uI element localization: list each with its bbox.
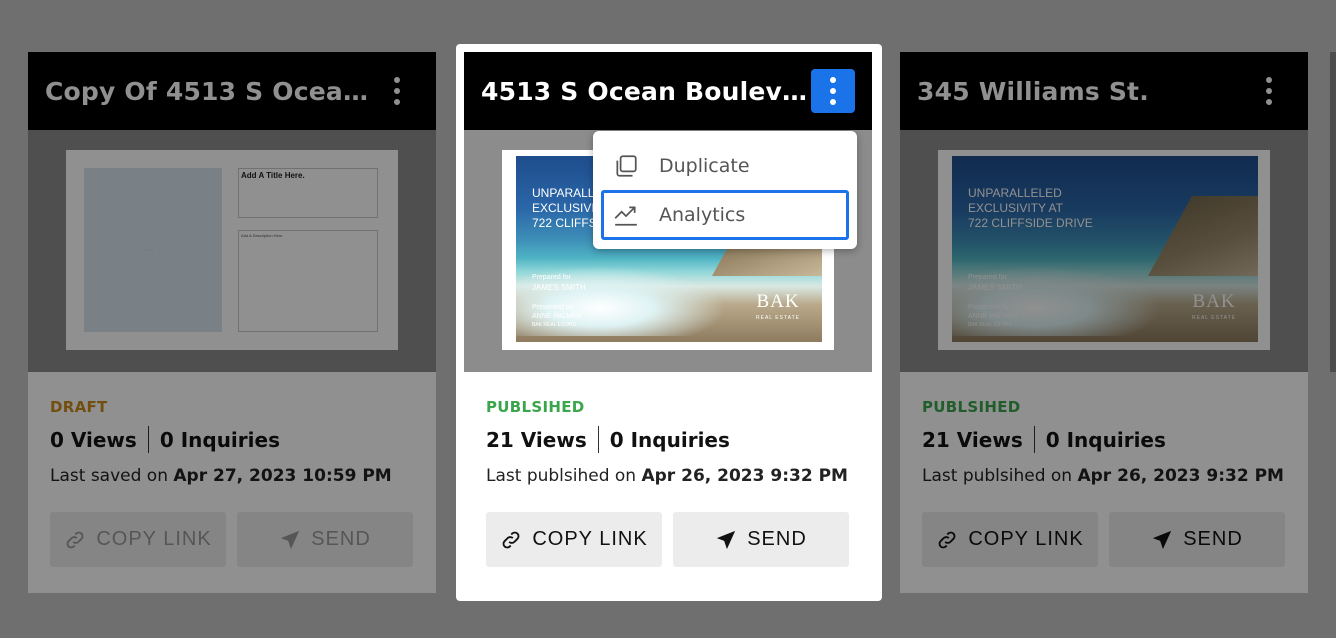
divider [1033, 426, 1035, 453]
divider [147, 426, 149, 453]
timestamp-line: Last publsihed on Apr 26, 2023 9:32 PM [922, 466, 1286, 486]
send-label: SEND [1183, 528, 1243, 550]
status-badge: DRAFT [50, 398, 108, 416]
views-count: 21 Views [922, 427, 1023, 452]
stats-row: 21 Views 0 Inquiries [922, 426, 1286, 453]
duplicate-icon [616, 155, 637, 177]
client-name: JAMES SMITH [968, 283, 1022, 292]
agent-company: BAK REAL ESTATE [968, 322, 1013, 328]
views-count: 21 Views [486, 427, 587, 452]
analytics-icon [614, 206, 637, 226]
title-placeholder-text: Add A Title Here. [241, 171, 305, 180]
menu-item-analytics[interactable]: Analytics [601, 190, 849, 240]
menu-item-label: Analytics [659, 204, 746, 226]
more-options-button[interactable] [811, 69, 855, 113]
send-icon [281, 530, 300, 549]
send-label: SEND [747, 528, 807, 550]
link-icon [938, 531, 956, 548]
more-options-button[interactable] [1247, 69, 1291, 113]
timestamp-prefix: Last publsihed on [922, 466, 1073, 486]
prepared-for-label: Prepared for [968, 274, 1007, 281]
card-header: Copy Of 4513 S Ocean B... [28, 52, 436, 130]
card-preview[interactable]: · · · · · Add A Title Here. Add A Descri… [28, 130, 436, 372]
inquiries-count: 0 Inquiries [159, 427, 280, 452]
client-name: JAMES SMITH [532, 283, 586, 292]
timestamp-prefix: Last publsihed on [486, 466, 637, 486]
inquiries-count: 0 Inquiries [1045, 427, 1166, 452]
copy-link-label: COPY LINK [96, 528, 212, 550]
next-card-edge [1330, 52, 1336, 372]
proposal-card-3[interactable]: 345 Williams St. UNPARALLELED EXCLUSIVIT… [900, 52, 1308, 593]
send-button[interactable]: SEND [237, 512, 413, 567]
card-title: Copy Of 4513 S Ocean B... [45, 76, 375, 106]
link-icon [502, 531, 520, 548]
copy-link-label: COPY LINK [968, 528, 1084, 550]
options-menu: Duplicate Analytics [593, 131, 857, 249]
cover-photo: UNPARALLELED EXCLUSIVITY AT 722 CLIFFSID… [952, 156, 1258, 342]
copy-link-button[interactable]: COPY LINK [486, 512, 662, 567]
copy-link-button[interactable]: COPY LINK [50, 512, 226, 567]
card-preview[interactable]: UNPARALLELED EXCLUSIVITY AT 722 CLIFFSID… [900, 130, 1308, 372]
cover-headline: UNPARALLELED EXCLUSIVITY AT 722 CLIFFSID… [968, 186, 1093, 230]
description-placeholder-text: Add A Description Here [241, 233, 283, 238]
image-placeholder: · · · · · [84, 168, 222, 332]
timestamp-line: Last saved on Apr 27, 2023 10:59 PM [50, 466, 414, 486]
menu-item-label: Duplicate [659, 155, 750, 177]
card-title: 345 Williams St. [917, 76, 1149, 106]
card-header: 4513 S Ocean Boulevar... [464, 52, 872, 130]
presented-by-label: Presented by [532, 304, 574, 311]
agent-company: BAK REAL ESTATE [532, 322, 577, 328]
link-icon [66, 531, 84, 548]
send-icon [1153, 530, 1172, 549]
card-title: 4513 S Ocean Boulevar... [481, 76, 811, 106]
send-label: SEND [311, 528, 371, 550]
views-count: 0 Views [50, 427, 137, 452]
copy-link-label: COPY LINK [532, 528, 648, 550]
document-thumbnail: UNPARALLELED EXCLUSIVITY AT 722 CLIFFSID… [938, 150, 1270, 350]
brand-logo: BAK REAL ESTATE [1192, 291, 1236, 321]
timestamp-prefix: Last saved on [50, 466, 168, 486]
presented-by-label: Presented by [968, 304, 1010, 311]
card-header: 345 Williams St. [900, 52, 1308, 130]
proposal-card-1[interactable]: Copy Of 4513 S Ocean B... · · · · · Add … [28, 52, 436, 593]
status-badge: PUBLSIHED [486, 398, 585, 416]
send-button[interactable]: SEND [673, 512, 849, 567]
prepared-for-label: Prepared for [532, 274, 571, 281]
timestamp-date: Apr 27, 2023 10:59 PM [173, 466, 392, 486]
copy-link-button[interactable]: COPY LINK [922, 512, 1098, 567]
timestamp-line: Last publsihed on Apr 26, 2023 9:32 PM [486, 466, 850, 486]
status-badge: PUBLSIHED [922, 398, 1021, 416]
agent-name: ANNE PALMER [532, 313, 582, 320]
menu-item-duplicate[interactable]: Duplicate [601, 141, 849, 191]
agent-name: ANNE PALMER [968, 313, 1018, 320]
send-button[interactable]: SEND [1109, 512, 1285, 567]
divider [597, 426, 599, 453]
stats-row: 21 Views 0 Inquiries [486, 426, 850, 453]
inquiries-count: 0 Inquiries [609, 427, 730, 452]
timestamp-date: Apr 26, 2023 9:32 PM [1077, 466, 1284, 486]
more-options-button[interactable] [375, 69, 419, 113]
brand-logo: BAK REAL ESTATE [756, 291, 800, 321]
title-placeholder-box: Add A Title Here. [238, 168, 378, 218]
draft-document-thumbnail: · · · · · Add A Title Here. Add A Descri… [66, 150, 398, 350]
description-placeholder-box: Add A Description Here [238, 230, 378, 332]
stats-row: 0 Views 0 Inquiries [50, 426, 414, 453]
timestamp-date: Apr 26, 2023 9:32 PM [641, 466, 848, 486]
send-icon [717, 530, 736, 549]
